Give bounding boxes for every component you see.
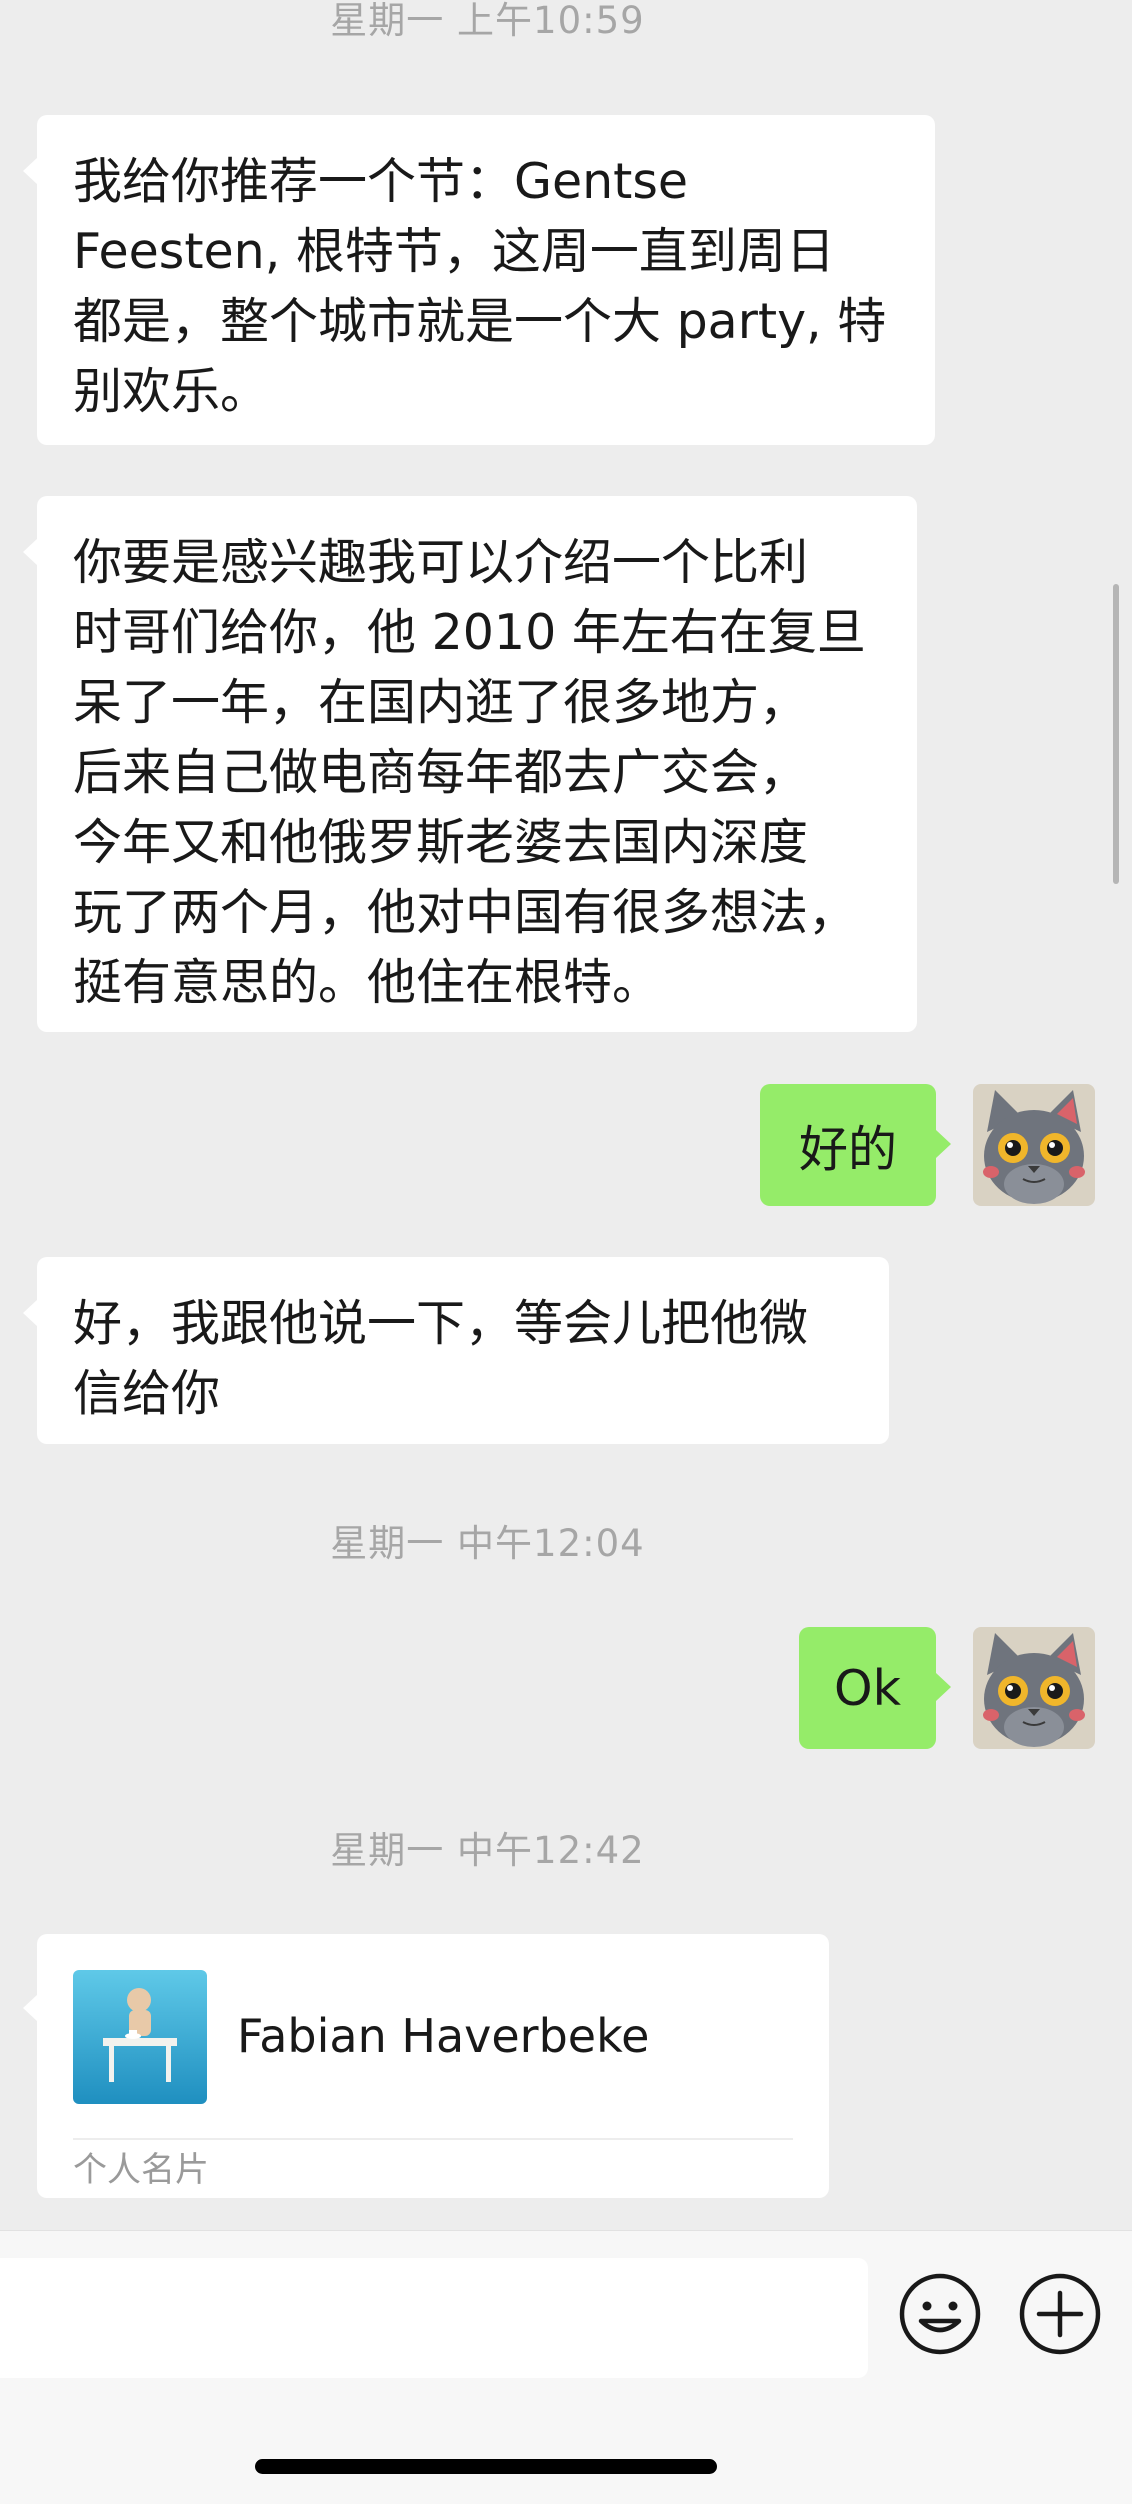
chat-message-list[interactable]: 星期一 上午10:59 我给你推荐一个节：Gentse Feesten, 根特节… xyxy=(0,0,1132,2230)
underwater-photo-icon xyxy=(73,1970,207,2104)
incoming-message-bubble[interactable]: 好，我跟他说一下，等会儿把他微 信给你 xyxy=(23,1257,889,1444)
emoji-button[interactable] xyxy=(897,2271,983,2357)
incoming-message-bubble[interactable]: 你要是感兴趣我可以介绍一个比利 时哥们给你，他 2010 年左右在复旦 呆了一年… xyxy=(23,496,917,1032)
message-timestamp: 星期一 中午12:42 xyxy=(330,1829,645,1872)
message-timestamp: 星期一 中午12:04 xyxy=(330,1522,645,1565)
contact-card-message[interactable]: Fabian Haverbeke 个人名片 xyxy=(23,1934,829,2198)
contact-card-label: 个人名片 xyxy=(73,2150,209,2190)
outgoing-message-bubble[interactable]: Ok xyxy=(799,1627,951,1749)
contact-card-name: Fabian Haverbeke xyxy=(237,2009,650,2063)
my-avatar[interactable] xyxy=(973,1627,1095,1749)
my-avatar[interactable] xyxy=(973,1084,1095,1206)
more-actions-button[interactable] xyxy=(1017,2271,1103,2357)
emoji-icon xyxy=(899,2273,981,2355)
chat-scrollbar[interactable] xyxy=(1113,584,1119,884)
home-indicator[interactable] xyxy=(255,2459,717,2474)
outgoing-message-bubble[interactable]: 好的 xyxy=(760,1084,951,1206)
message-timestamp: 星期一 上午10:59 xyxy=(330,0,645,42)
card-divider xyxy=(73,2138,793,2140)
incoming-message-bubble[interactable]: 我给你推荐一个节：Gentse Feesten, 根特节，这周一直到周日 都是，… xyxy=(23,115,935,445)
cat-avatar-icon xyxy=(973,1084,1095,1206)
cat-avatar-icon xyxy=(973,1627,1095,1749)
contact-card-photo xyxy=(73,1970,207,2104)
plus-circle-icon xyxy=(1019,2273,1101,2355)
message-input[interactable] xyxy=(0,2258,868,2378)
